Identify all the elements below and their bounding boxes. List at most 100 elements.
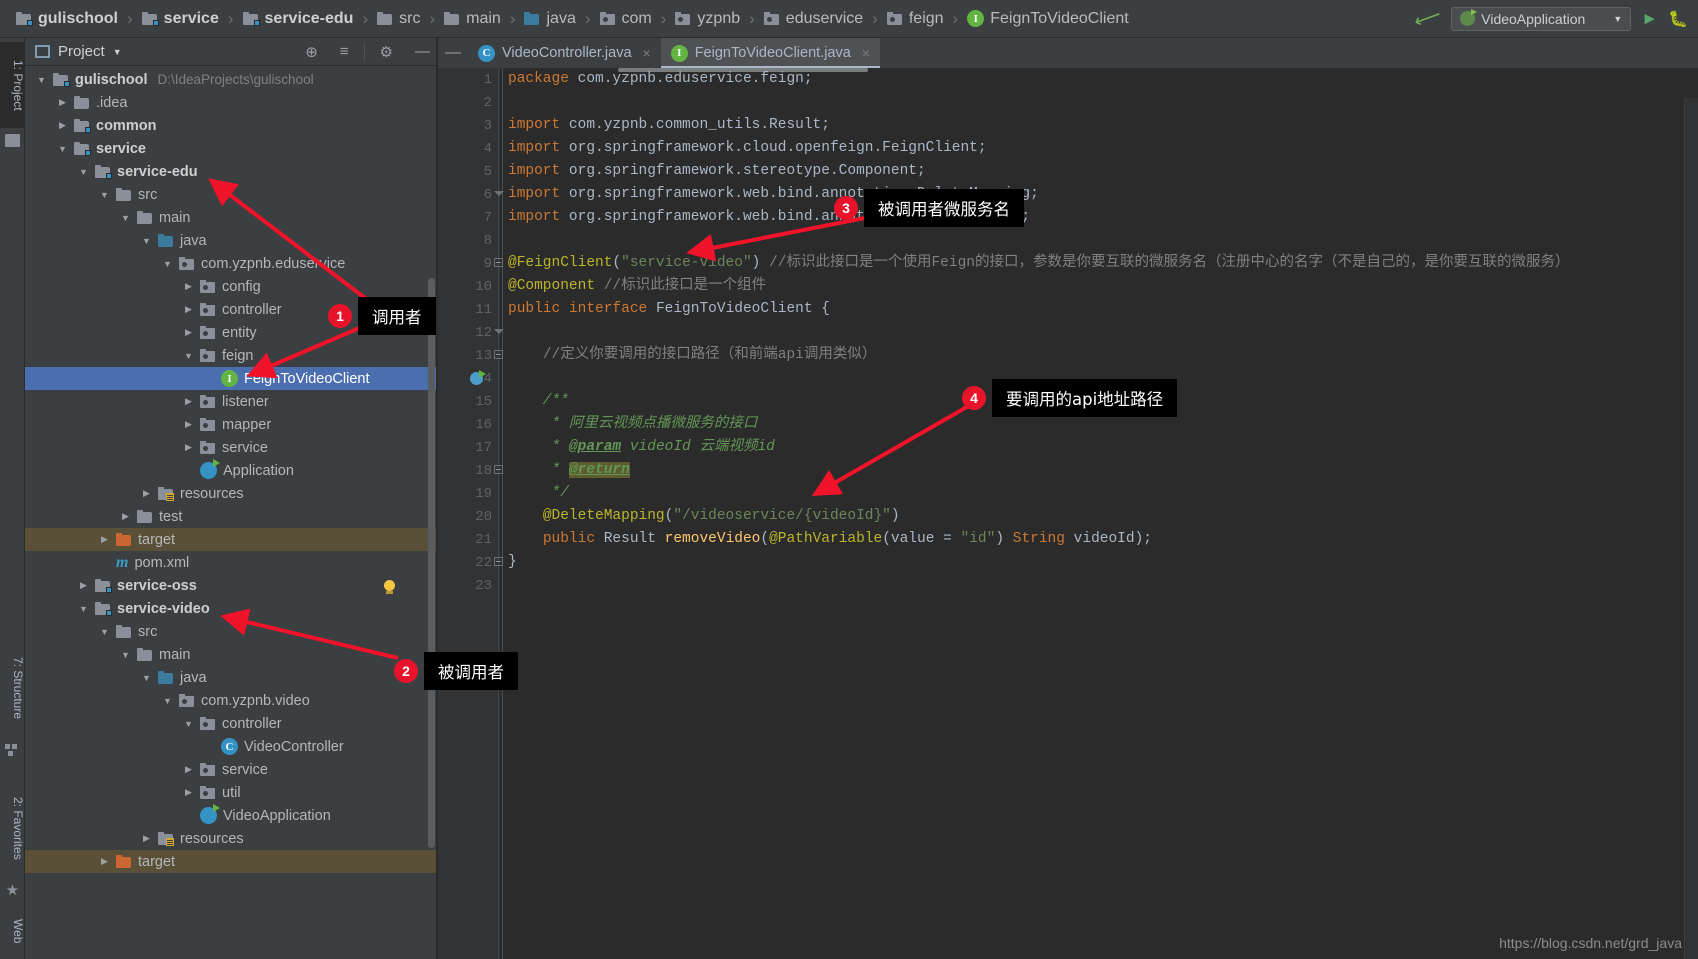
- sidebar-item-favorites[interactable]: 2: Favorites: [0, 778, 25, 878]
- chevron-down-icon[interactable]: ▼: [119, 213, 132, 223]
- chevron-right-icon[interactable]: ▶: [56, 120, 69, 131]
- close-icon[interactable]: ×: [643, 45, 651, 61]
- tree-node-config[interactable]: ▶ config: [25, 275, 437, 298]
- breadcrumb-item-main[interactable]: main: [444, 0, 501, 38]
- tree-node-feign[interactable]: ▼ feign: [25, 344, 437, 367]
- chevron-down-icon[interactable]: ▼: [161, 696, 174, 706]
- tree-node-pom-xml[interactable]: m pom.xml: [25, 551, 437, 574]
- sidebar-item-web[interactable]: Web: [0, 908, 25, 954]
- breadcrumb-item-gulischool[interactable]: gulischool: [16, 0, 118, 38]
- breadcrumb-item-com[interactable]: com: [599, 0, 652, 38]
- tree-node-com-yzpnb-eduservice[interactable]: ▼ com.yzpnb.eduservice: [25, 252, 437, 275]
- chevron-down-icon[interactable]: ▼: [56, 144, 69, 154]
- tree-node-gulischool[interactable]: ▼ gulischool D:\IdeaProjects\gulischool: [25, 68, 437, 91]
- breadcrumb-item-yzpnb[interactable]: yzpnb: [675, 0, 740, 38]
- breadcrumb-item-src[interactable]: src: [377, 0, 420, 38]
- sidebar-item-project[interactable]: 1: Project: [0, 42, 25, 128]
- tree-node-test[interactable]: ▶ test: [25, 505, 437, 528]
- tree-node-service-video[interactable]: ▼ service-video: [25, 597, 437, 620]
- run-icon[interactable]: ►: [1641, 9, 1658, 29]
- chevron-right-icon[interactable]: ▶: [182, 304, 195, 315]
- chevron-right-icon[interactable]: ▶: [182, 764, 195, 775]
- chevron-down-icon[interactable]: ▼: [98, 190, 111, 200]
- breadcrumb-item-feigntovideoclient[interactable]: I FeignToVideoClient: [967, 0, 1129, 38]
- tree-node-main[interactable]: ▼ main: [25, 206, 437, 229]
- intention-bulb-icon[interactable]: [383, 580, 397, 596]
- locate-icon[interactable]: ⊕: [298, 43, 325, 61]
- fold-marker-javadoc[interactable]: [494, 464, 505, 475]
- project-tree-scrollbar[interactable]: [428, 278, 435, 848]
- hide-editor-icon[interactable]: —: [438, 38, 468, 68]
- chevron-right-icon[interactable]: ▶: [140, 488, 153, 499]
- chevron-down-icon[interactable]: ▼: [119, 650, 132, 660]
- breadcrumb-item-java[interactable]: java: [524, 0, 576, 38]
- tree-node-src[interactable]: ▼ src: [25, 620, 437, 643]
- tree-node-java[interactable]: ▼ java: [25, 229, 437, 252]
- spring-bean-gutter-icon[interactable]: [470, 370, 486, 387]
- chevron-right-icon[interactable]: ▶: [77, 580, 90, 591]
- tree-node-resources[interactable]: ▶ resources: [25, 827, 437, 850]
- chevron-down-icon[interactable]: ▼: [35, 75, 48, 85]
- chevron-right-icon[interactable]: ▶: [182, 327, 195, 338]
- code-editor[interactable]: 1 2 3 4 5 6 7 8 9 10 11 12 13 14 15 16 17 18 19 20 21 22 23 pa…: [384, 68, 1698, 959]
- run-configuration-selector[interactable]: VideoApplication ▼: [1451, 6, 1632, 31]
- fold-marker-component[interactable]: [494, 349, 505, 360]
- tree-node-target[interactable]: ▶ target: [25, 850, 437, 873]
- chevron-down-icon[interactable]: ▼: [161, 259, 174, 269]
- tree-node-resources[interactable]: ▶ resources: [25, 482, 437, 505]
- tree-node-mapper[interactable]: ▶ mapper: [25, 413, 437, 436]
- tab-feigntovideoclient[interactable]: I FeignToVideoClient.java ×: [660, 38, 881, 68]
- tree-node-videocontroller[interactable]: C VideoController: [25, 735, 437, 758]
- tree-node-util[interactable]: ▶ util: [25, 781, 437, 804]
- tree-node-target[interactable]: ▶ target: [25, 528, 437, 551]
- tree-node-src[interactable]: ▼ src: [25, 183, 437, 206]
- tree-node-feigntovideoclient[interactable]: I FeignToVideoClient: [25, 367, 437, 390]
- tree-node-videoapplication[interactable]: VideoApplication: [25, 804, 437, 827]
- tree-node-java[interactable]: ▼ java: [25, 666, 437, 689]
- chevron-right-icon[interactable]: ▶: [119, 511, 132, 522]
- breadcrumb-item-eduservice[interactable]: eduservice: [763, 0, 863, 38]
- hide-icon[interactable]: —: [408, 43, 437, 60]
- chevron-right-icon[interactable]: ▶: [98, 534, 111, 545]
- chevron-right-icon[interactable]: ▶: [182, 396, 195, 407]
- chevron-right-icon[interactable]: ▶: [140, 833, 153, 844]
- settings-gear-icon[interactable]: ⚙: [373, 43, 400, 61]
- fold-marker-class[interactable]: [494, 326, 505, 337]
- chevron-down-icon[interactable]: ▼: [77, 604, 90, 614]
- chevron-down-icon[interactable]: ▼: [140, 236, 153, 246]
- tree-node-common[interactable]: ▶ common: [25, 114, 437, 137]
- tree-node-service[interactable]: ▶ service: [25, 436, 437, 459]
- tree-node--idea[interactable]: ▶ .idea: [25, 91, 437, 114]
- chevron-right-icon[interactable]: ▶: [182, 281, 195, 292]
- close-icon[interactable]: ×: [862, 45, 870, 61]
- chevron-right-icon[interactable]: ▶: [182, 419, 195, 430]
- chevron-down-icon[interactable]: ▼: [140, 673, 153, 683]
- tree-node-controller[interactable]: ▼ controller: [25, 712, 437, 735]
- chevron-down-icon[interactable]: ▼: [77, 167, 90, 177]
- tree-node-service[interactable]: ▼ service: [25, 137, 437, 160]
- hammer-icon[interactable]: ⟵: [1411, 3, 1444, 34]
- chevron-right-icon[interactable]: ▶: [182, 442, 195, 453]
- chevron-down-icon[interactable]: ▼: [182, 351, 195, 361]
- breadcrumb-item-feign[interactable]: feign: [886, 0, 944, 38]
- tree-node-com-yzpnb-video[interactable]: ▼ com.yzpnb.video: [25, 689, 437, 712]
- fold-marker-imports[interactable]: [494, 188, 505, 199]
- tree-node-application[interactable]: Application: [25, 459, 437, 482]
- tree-node-main[interactable]: ▼ main: [25, 643, 437, 666]
- chevron-down-icon[interactable]: ▼: [182, 719, 195, 729]
- chevron-down-icon[interactable]: ▼: [98, 627, 111, 637]
- fold-marker-imports-end[interactable]: [494, 257, 505, 268]
- debug-icon[interactable]: 🐛: [1668, 9, 1688, 29]
- chevron-right-icon[interactable]: ▶: [98, 856, 111, 867]
- tab-videocontroller[interactable]: C VideoController.java ×: [468, 38, 661, 68]
- sidebar-item-structure[interactable]: 7: Structure: [0, 638, 25, 738]
- tree-node-service[interactable]: ▶ service: [25, 758, 437, 781]
- chevron-right-icon[interactable]: ▶: [182, 787, 195, 798]
- tree-node-service-oss[interactable]: ▶ service-oss: [25, 574, 437, 597]
- tree-node-service-edu[interactable]: ▼ service-edu: [25, 160, 437, 183]
- breadcrumb-item-service[interactable]: service: [141, 0, 219, 38]
- breadcrumb-item-service-edu[interactable]: service-edu: [242, 0, 353, 38]
- collapse-all-icon[interactable]: ≡: [333, 43, 356, 60]
- tree-node-listener[interactable]: ▶ listener: [25, 390, 437, 413]
- chevron-right-icon[interactable]: ▶: [56, 97, 69, 108]
